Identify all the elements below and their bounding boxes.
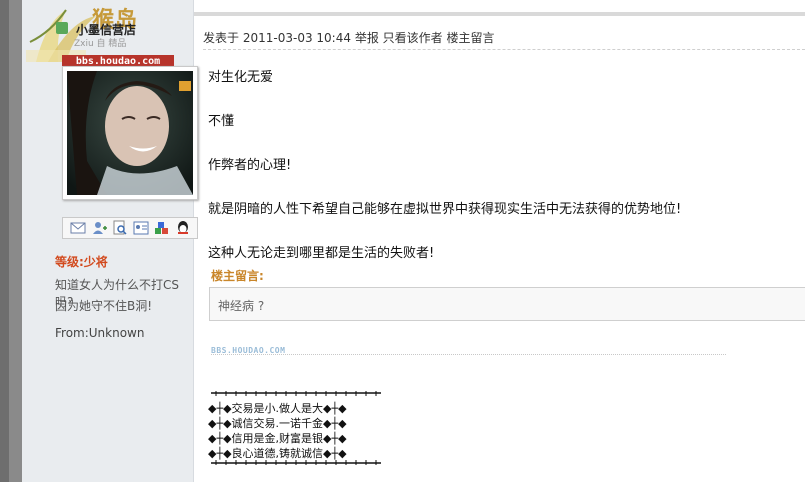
signature-divider <box>211 354 726 355</box>
post-meta-bar: 发表于 2011-03-03 10:44 举报 只看该作者 楼主留言 <box>203 29 495 46</box>
author-subname: Zxiu 自 精品 <box>74 39 127 49</box>
signature-line-1: ◆┼◆交易是小.做人是大◆┼◆ <box>208 402 347 415</box>
post-timestamp: 2011-03-03 10:44 <box>242 31 351 45</box>
post-line-3: 作弊者的心理! <box>208 158 292 173</box>
blocks-icon[interactable] <box>154 220 170 236</box>
signature-line-3: ◆┼◆信用是金,财富是银◆┼◆ <box>208 432 347 445</box>
add-friend-icon[interactable] <box>91 220 107 236</box>
author-action-icons <box>62 217 198 239</box>
owner-reply-box: 神经病 ? <box>209 287 805 321</box>
posted-label: 发表于 <box>203 31 240 45</box>
owner-reply-label: 楼主留言: <box>211 269 264 283</box>
author-rank: 等级:少将 <box>55 255 108 269</box>
post-line-2: 不懂 <box>208 114 235 129</box>
report-link[interactable]: 举报 <box>355 31 379 45</box>
profile-card-icon[interactable] <box>133 220 149 236</box>
meta-divider <box>203 49 805 50</box>
post-line-5: 这种人无论走到哪里都是生活的失败者! <box>208 246 435 261</box>
online-status-icon <box>56 22 68 34</box>
signature-block: ◆┼◆交易是小.做人是大◆┼◆ ◆┼◆诚信交易.一诺千金◆┼◆ ◆┼◆信用是金,… <box>208 391 384 465</box>
post-line-1: 对生化无爱 <box>208 70 274 85</box>
only-author-link[interactable]: 只看该作者 <box>383 31 443 45</box>
author-profile-panel: 猴岛 小墨信营店 Zxiu 自 精品 bbs.houdao.com 等级:少将 … <box>22 0 198 482</box>
post-line-4: 就是阴暗的人性下希望自己能够在虚拟世界中获得现实生活中无法获得的优势地位! <box>208 202 682 217</box>
author-location: From:Unknown <box>55 326 145 340</box>
mail-icon[interactable] <box>70 220 86 236</box>
author-signature-line-2: 因为她守不住B洞! <box>55 299 153 313</box>
signature-line-4: ◆┼◆良心道德,铸就诚信◆┼◆ <box>208 447 347 460</box>
avatar-frame[interactable] <box>62 66 198 200</box>
owner-reply-link[interactable]: 楼主留言 <box>447 31 495 45</box>
qq-icon[interactable] <box>175 220 191 236</box>
owner-reply-text: 神经病 ? <box>218 299 265 313</box>
search-icon[interactable] <box>112 220 128 236</box>
post-top-divider <box>194 12 805 16</box>
signature-line-2: ◆┼◆诚信交易.一诺千金◆┼◆ <box>208 417 347 430</box>
avatar <box>67 71 193 195</box>
window-left-edge <box>0 0 22 482</box>
